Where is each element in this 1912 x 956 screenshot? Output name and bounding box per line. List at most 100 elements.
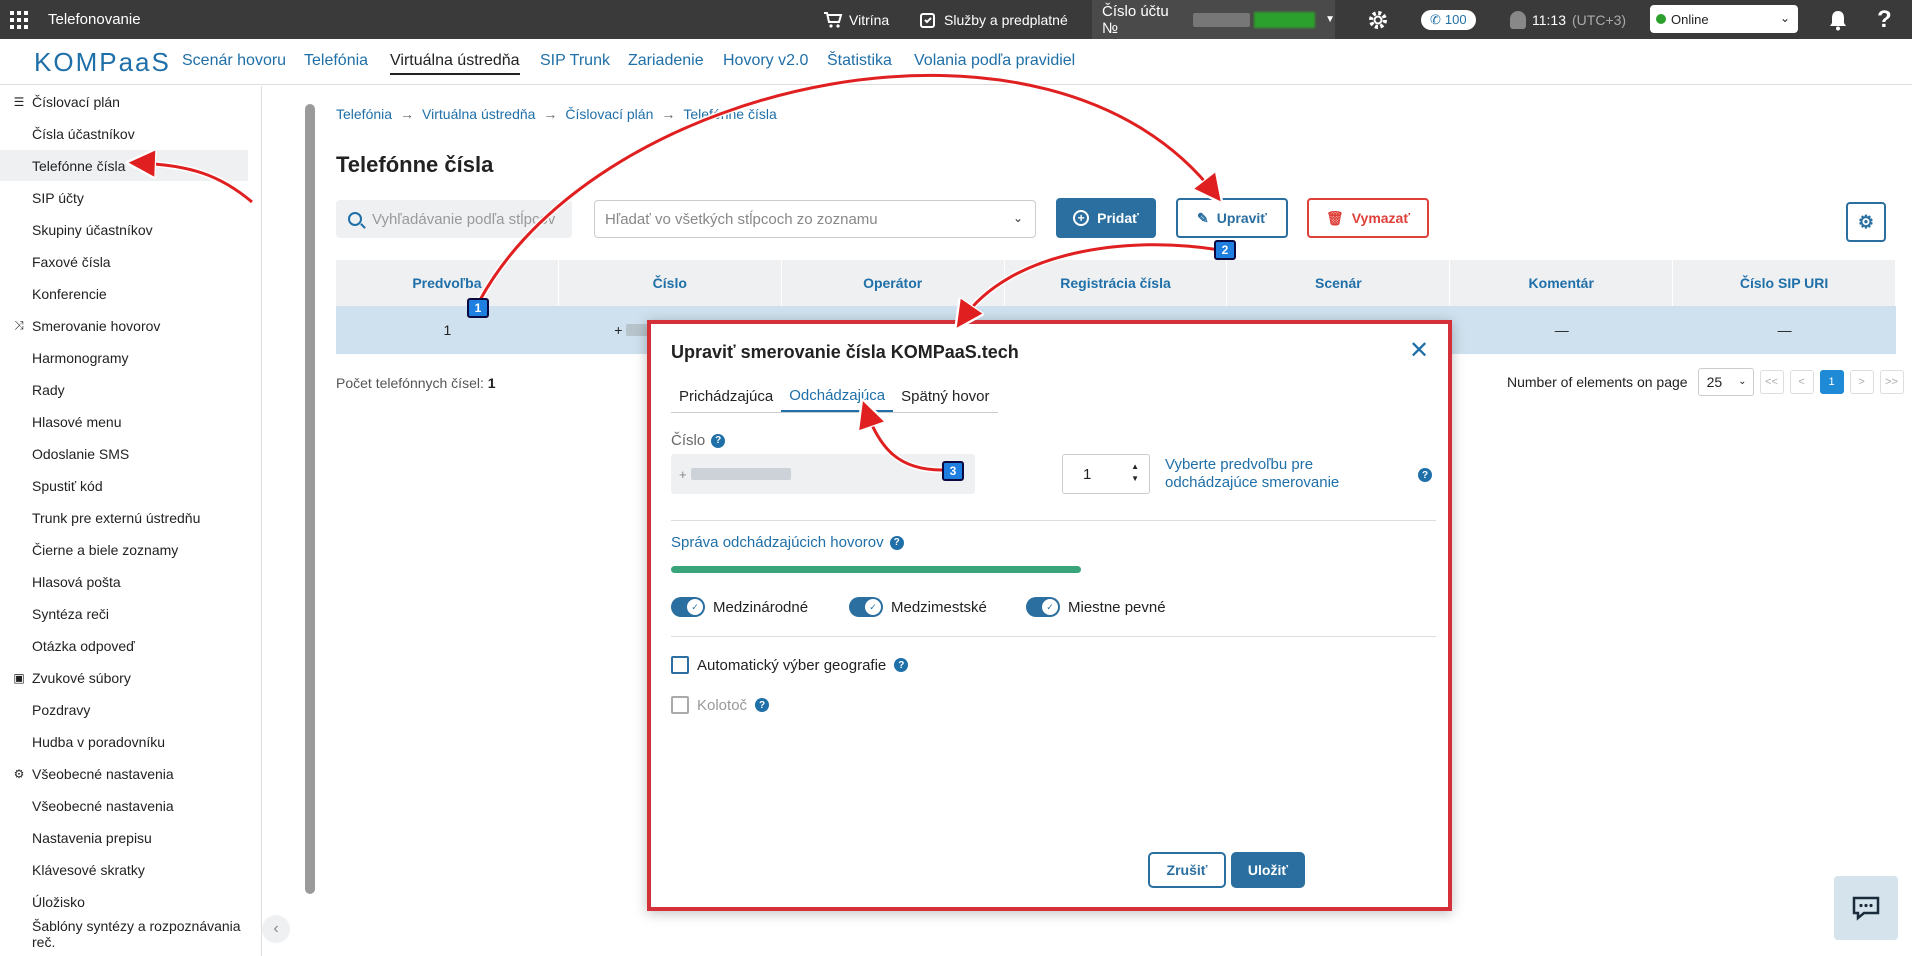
number-label-text: Číslo: [671, 432, 706, 449]
toggle-switch[interactable]: [671, 597, 705, 617]
breadcrumb-item[interactable]: Virtuálna ústredňa: [422, 106, 535, 122]
sidebar-item-skupiny[interactable]: Skupiny účastníkov: [0, 214, 248, 245]
nav-item-statistika[interactable]: Štatistika: [827, 52, 892, 70]
plus-circle-icon: +: [1073, 210, 1090, 226]
sidebar-item-telefonne-cisla[interactable]: Telefónne čísla: [0, 150, 248, 181]
sidebar-item-konferencie[interactable]: Konferencie: [0, 278, 248, 309]
sidebar-section-nastavenia[interactable]: ⚙ Všeobecné nastavenia: [0, 758, 248, 789]
auto-geo-checkbox[interactable]: Automatický výber geografie?: [671, 656, 909, 674]
add-button[interactable]: + Pridať: [1056, 198, 1156, 238]
column-header[interactable]: Predvoľba: [336, 260, 559, 306]
nav-item-hovory[interactable]: Hovory v2.0: [723, 52, 808, 70]
sidebar-item-odoslanie-sms[interactable]: Odoslanie SMS: [0, 438, 248, 469]
sidebar: ☰ Číslovací plán Čísla účastníkov Telefón…: [0, 86, 262, 956]
toggle-international[interactable]: Medzinárodné: [671, 597, 808, 617]
sidebar-section-smerovanie[interactable]: ⤨ Smerovanie hovorov: [0, 310, 248, 341]
sidebar-item-hlasova-posta[interactable]: Hlasová pošta: [0, 566, 248, 597]
delete-button[interactable]: 🗑 Vymazať: [1307, 198, 1429, 238]
table-settings-button[interactable]: ⚙: [1846, 202, 1886, 242]
sidebar-item-pozdravy[interactable]: Pozdravy: [0, 694, 248, 725]
column-header[interactable]: Operátor: [782, 260, 1005, 306]
breadcrumb-item[interactable]: Číslovací plán: [565, 106, 653, 122]
apps-grid-icon[interactable]: [10, 10, 28, 29]
breadcrumb-item[interactable]: Telefónne čísla: [683, 106, 776, 122]
sidebar-item-sip-ucty[interactable]: SIP účty: [0, 182, 248, 213]
sidebar-item-sablony[interactable]: Šablóny syntézy a rozpoznávania reč.: [0, 918, 248, 950]
sidebar-scrollbar[interactable]: [305, 104, 315, 894]
column-header[interactable]: Číslo SIP URI: [1673, 260, 1897, 306]
nav-item-zariadenie[interactable]: Zariadenie: [628, 52, 704, 70]
toggle-switch[interactable]: [849, 597, 883, 617]
table-cell: —: [1777, 322, 1792, 338]
help-icon[interactable]: ?: [755, 698, 770, 712]
first-page-button[interactable]: <<: [1759, 370, 1784, 394]
status-dot-icon: [1656, 14, 1666, 24]
next-page-button[interactable]: >: [1849, 370, 1874, 394]
page-size-select[interactable]: 25 ⌄: [1697, 368, 1754, 396]
status-select[interactable]: Online ⌄: [1650, 5, 1798, 33]
sidebar-item-cisla-ucastnikov[interactable]: Čísla účastníkov: [0, 118, 248, 149]
sidebar-section-zvukove[interactable]: ▣ Zvukové súbory: [0, 662, 248, 693]
sidebar-section-ciselny-plan[interactable]: ☰ Číslovací plán: [0, 86, 248, 117]
sidebar-item-rady[interactable]: Rady: [0, 374, 248, 405]
sidebar-item-spustit-kod[interactable]: Spustiť kód: [0, 470, 248, 501]
save-button[interactable]: Uložiť: [1231, 852, 1305, 888]
stepper-arrows-icon[interactable]: ▲ ▼: [1131, 461, 1139, 485]
tab-callback[interactable]: Spätný hovor: [893, 380, 997, 412]
help-icon[interactable]: ?: [1877, 0, 1892, 39]
column-header[interactable]: Komentár: [1450, 260, 1674, 306]
collapse-sidebar-button[interactable]: ‹: [262, 915, 290, 943]
tab-incoming[interactable]: Prichádzajúca: [671, 380, 781, 412]
settings-button[interactable]: [1366, 0, 1390, 39]
chat-button[interactable]: [1834, 876, 1898, 940]
sidebar-item-skratky[interactable]: Klávesové skratky: [0, 854, 248, 885]
sidebar-item-faxove-cisla[interactable]: Faxové čísla: [0, 246, 248, 277]
notifications-button[interactable]: [1828, 0, 1848, 39]
search-input[interactable]: Vyhľadávanie podľa stĺpcov: [336, 200, 572, 238]
sidebar-item-vseobecne[interactable]: Všeobecné nastavenia: [0, 790, 248, 821]
sidebar-item-otazka[interactable]: Otázka odpoveď: [0, 630, 248, 661]
nav-item-virtualna-ustredna[interactable]: Virtuálna ústredňa: [390, 52, 520, 75]
nav-item-telefonia[interactable]: Telefónia: [304, 52, 368, 70]
sidebar-item-hlasove-menu[interactable]: Hlasové menu: [0, 406, 248, 437]
last-page-button[interactable]: >>: [1879, 370, 1904, 394]
arrow-right-icon: →: [543, 106, 558, 122]
toggle-local-fixed[interactable]: Miestne pevné: [1026, 597, 1166, 617]
help-icon[interactable]: ?: [711, 433, 726, 448]
shop-link[interactable]: Vitrína: [823, 0, 889, 39]
column-header[interactable]: Scenár: [1227, 260, 1451, 306]
carousel-checkbox[interactable]: Kolotoč?: [671, 696, 770, 714]
help-icon[interactable]: ?: [894, 658, 909, 672]
toggle-long-distance[interactable]: Medzimestské: [849, 597, 987, 617]
tab-outgoing[interactable]: Odchádzajúca: [781, 380, 894, 412]
column-header[interactable]: Registrácia čísla: [1005, 260, 1228, 306]
prefix-stepper[interactable]: 1 ▲ ▼: [1062, 454, 1150, 494]
toggle-switch[interactable]: [1026, 597, 1060, 617]
sidebar-item-hudba[interactable]: Hudba v poradovníku: [0, 726, 248, 757]
sidebar-item-ulozisko[interactable]: Úložisko: [0, 886, 248, 917]
checkbox[interactable]: [671, 696, 689, 714]
column-filter-select[interactable]: Hľadať vo všetkých stĺpcoch zo zoznamu ⌄: [594, 200, 1036, 238]
sidebar-item-cierne-biele[interactable]: Čierne a biele zoznamy: [0, 534, 248, 565]
close-icon[interactable]: ✕: [1408, 339, 1430, 363]
help-icon[interactable]: ?: [1418, 468, 1432, 482]
help-icon[interactable]: ?: [889, 535, 904, 550]
services-link[interactable]: Služby a predplatné: [918, 0, 1068, 39]
calls-indicator[interactable]: ✆ 100: [1421, 0, 1476, 39]
prev-page-button[interactable]: <: [1789, 370, 1814, 394]
sidebar-item-trunk[interactable]: Trunk pre externú ústredňu: [0, 502, 248, 533]
nav-item-scenar[interactable]: Scenár hovoru: [182, 52, 286, 70]
status-value: Online: [1671, 11, 1709, 27]
edit-button[interactable]: ✎ Upraviť: [1176, 198, 1288, 238]
current-page-button[interactable]: 1: [1819, 370, 1844, 394]
checkbox[interactable]: [671, 656, 689, 674]
cancel-button[interactable]: Zrušiť: [1148, 852, 1226, 888]
sidebar-item-synteza[interactable]: Syntéza reči: [0, 598, 248, 629]
sidebar-item-harmonogramy[interactable]: Harmonogramy: [0, 342, 248, 373]
nav-item-volania[interactable]: Volania podľa pravidiel: [914, 52, 1075, 70]
sidebar-item-prepis[interactable]: Nastavenia prepisu: [0, 822, 248, 853]
breadcrumb-item[interactable]: Telefónia: [336, 106, 392, 122]
nav-item-sip-trunk[interactable]: SIP Trunk: [540, 52, 610, 70]
column-header[interactable]: Číslo: [559, 260, 782, 306]
account-selector[interactable]: Číslo účtu № ▼: [1092, 0, 1335, 39]
